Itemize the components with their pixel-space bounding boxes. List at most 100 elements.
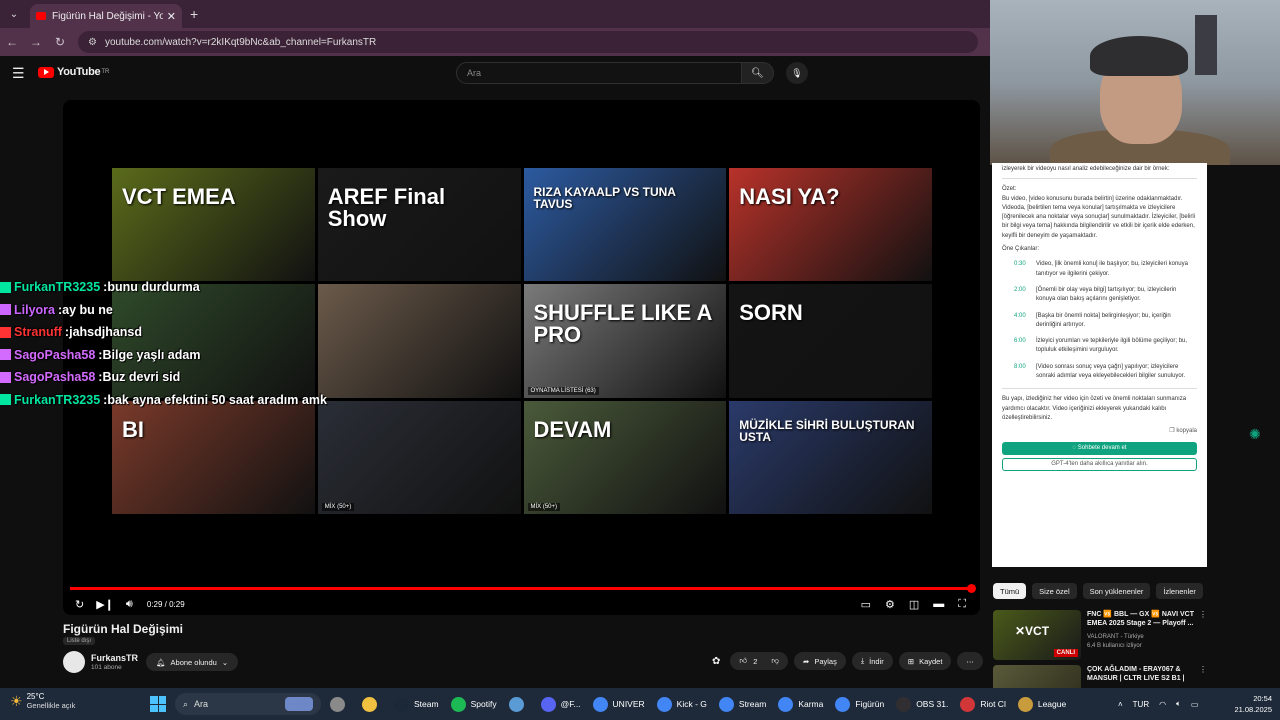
address-bar[interactable]: ⚙ youtube.com/watch?v=r2kIKqt9bNc&ab_cha… <box>78 31 978 53</box>
youtube-favicon-icon <box>36 12 46 20</box>
thumbnail-tag: MİX (50+) <box>527 503 561 511</box>
continue-chat-label: Sohbete devam et <box>1077 444 1127 451</box>
taskbar-app[interactable]: Spotify <box>450 696 497 712</box>
end-screen-thumbnail[interactable]: VCT EMEA <box>112 168 315 282</box>
back-icon[interactable]: ← <box>0 35 24 49</box>
speaker-icon[interactable]: 🔈︎ <box>1176 699 1181 709</box>
end-screen-thumbnail[interactable]: DEVAM MİX (50+) <box>523 400 727 514</box>
timestamp-link[interactable]: 0:30 <box>1014 260 1036 279</box>
site-info-icon[interactable]: ⚙ <box>88 37 97 48</box>
like-button[interactable]: 👍︎ 2 👎︎ <box>730 652 789 670</box>
continue-chat-button[interactable]: ◌ Sohbete devam et <box>1002 441 1197 455</box>
settings-gear-icon[interactable]: ⚙ <box>885 598 895 611</box>
tray-chevron-up-icon[interactable]: ˄ <box>1118 700 1123 709</box>
youtube-logo[interactable]: YouTube TR <box>38 66 109 78</box>
more-vert-icon[interactable]: ⋮ <box>1199 665 1207 674</box>
language-indicator[interactable]: TUR <box>1133 700 1149 709</box>
windows-start-icon[interactable] <box>150 696 166 712</box>
search-icon[interactable]: 🔍︎ <box>742 62 774 84</box>
subscribe-button[interactable]: 🔔︎ Abone olundu ⌄ <box>146 653 239 671</box>
close-tab-icon[interactable]: ✕ <box>167 10 176 23</box>
chatgpt-extension-icon[interactable]: ✺ <box>1249 426 1261 443</box>
share-button[interactable]: ➦ Paylaş <box>794 652 846 670</box>
background-shelf <box>1195 15 1217 75</box>
taskbar-app[interactable]: Stream <box>718 696 766 712</box>
taskbar-app[interactable]: League <box>1017 696 1066 712</box>
recommendation-title[interactable]: ÇOK AĞLADIM - ERAY067 & MANSUR | CLTR LI… <box>1087 665 1195 683</box>
microphone-icon[interactable]: 🎙︎ <box>786 62 808 84</box>
weather-desc: Genellikle açık <box>26 701 76 710</box>
taskbar-app[interactable]: Karma <box>778 696 823 712</box>
scrubber-handle[interactable] <box>967 584 976 593</box>
save-button[interactable]: ⊞ Kaydet <box>898 652 952 670</box>
clock[interactable]: 20:54 21.08.2025 <box>1228 694 1272 715</box>
new-tab-icon[interactable]: + <box>190 6 198 22</box>
theater-mode-icon[interactable]: ▬ <box>933 598 944 611</box>
subtitles-icon[interactable]: ▭ <box>861 598 871 611</box>
browser-tab[interactable]: Figürün Hal Değişimi - YouTube ✕ <box>30 4 182 28</box>
taskbar-app[interactable] <box>330 696 350 712</box>
weather-widget[interactable]: ☀ 25°C Genellikle açık <box>10 692 75 710</box>
gpt4-upsell-button[interactable]: GPT-4'ten daha akıllıca yanıtlar alın. <box>1002 457 1197 471</box>
recommendation-meta: 6,4 B kullanıcı izliyor <box>1087 643 1142 649</box>
recommendation-title[interactable]: FNC 🆚 BBL — GX 🆚 NAVI VCT EMEA 2025 Stag… <box>1087 610 1195 628</box>
more-vert-icon[interactable]: ⋮ <box>1199 610 1207 619</box>
replay-icon[interactable]: ↻ <box>75 598 84 611</box>
end-screen-thumbnail[interactable]: BI <box>112 400 315 514</box>
taskbar-app[interactable]: UNIVER <box>592 696 645 712</box>
end-screen-thumbnail[interactable]: SHUFFLE LIKE A PRO OYNATMA LİSTESİ (63) <box>523 284 727 398</box>
end-screen-thumbnail[interactable]: MÜZİKLE SİHRİ BULUŞTURAN USTA <box>729 400 932 514</box>
clock-time: 20:54 <box>1253 694 1272 703</box>
filter-chip[interactable]: İzlenenler <box>1156 583 1203 599</box>
thumbs-down-icon[interactable]: 👎︎ <box>771 656 779 666</box>
taskbar-app[interactable]: OBS 31. <box>896 696 948 712</box>
taskbar-app[interactable] <box>508 696 529 712</box>
extension-icon[interactable]: ✿ <box>712 656 720 667</box>
recommendation-channel[interactable]: VALORANT - Türkiye <box>1087 634 1144 640</box>
reload-icon[interactable]: ↻ <box>48 35 72 49</box>
thumbnail-text: AREF Final Show <box>327 184 446 231</box>
channel-name[interactable]: FurkansTR <box>91 653 138 663</box>
menu-icon[interactable]: ☰ <box>12 65 25 82</box>
end-screen-thumbnail[interactable]: MİX (50+) <box>317 400 521 514</box>
filter-chip[interactable]: Size özel <box>1032 583 1077 599</box>
miniplayer-icon[interactable]: ◫ <box>909 598 919 611</box>
filter-chip[interactable]: Son yüklenenler <box>1082 583 1151 599</box>
timestamp-text: İzleyici yorumları ve tepkileriyle ilgil… <box>1036 338 1188 354</box>
volume-icon[interactable]: 🔊︎ <box>126 598 133 611</box>
timestamp-link[interactable]: 4:00 <box>1014 312 1036 331</box>
end-screen-thumbnail[interactable]: RIZA KAYAALP VS TUNA TAVUS <box>523 168 727 282</box>
taskbar-app[interactable]: Riot Cl <box>960 696 1006 712</box>
timestamp-link[interactable]: 8:00 <box>1014 363 1036 382</box>
end-screen-thumbnail[interactable] <box>317 284 521 398</box>
timestamp-list: 0:30 Video, [ilk önemli konu] ile başlıyo… <box>1002 260 1197 381</box>
app-icon <box>394 696 409 712</box>
battery-icon[interactable]: ▭ <box>1191 700 1199 709</box>
download-button[interactable]: ⤓ İndir <box>851 652 893 670</box>
end-screen-thumbnail[interactable]: AREF Final Show <box>317 168 521 282</box>
filter-chip[interactable]: Tümü <box>993 583 1027 599</box>
taskbar-app[interactable]: Figürün <box>835 696 884 712</box>
chat-message: Lilyora: ay bu ne <box>0 299 340 322</box>
forward-icon[interactable]: → <box>24 35 48 49</box>
end-screen-thumbnail[interactable]: NASI YA? <box>729 168 932 282</box>
copy-button[interactable]: ❐ kopyala <box>1002 427 1197 436</box>
recommendation-item[interactable]: ✕VCT CANLI FNC 🆚 BBL — GX 🆚 NAVI VCT EME… <box>993 610 1208 660</box>
next-icon[interactable]: ▶❙ <box>96 598 114 611</box>
end-screen-thumbnail[interactable]: SORN <box>729 284 932 398</box>
channel-avatar[interactable] <box>63 651 85 673</box>
tab-search-icon[interactable]: ⌄ <box>4 4 24 24</box>
more-actions-button[interactable]: ⋯ <box>957 652 983 670</box>
timestamp-link[interactable]: 2:00 <box>1014 286 1036 305</box>
progress-bar[interactable] <box>70 584 976 593</box>
taskbar-app[interactable]: @F... <box>540 696 581 712</box>
recommendation-thumbnail[interactable]: ✕VCT CANLI <box>993 610 1081 660</box>
timestamp-link[interactable]: 6:00 <box>1014 337 1036 356</box>
taskbar-app[interactable] <box>362 696 382 712</box>
fullscreen-icon[interactable]: ⛶ <box>958 598 966 611</box>
wifi-icon[interactable]: ◠ <box>1159 700 1166 709</box>
taskbar-app[interactable]: Steam <box>394 696 439 712</box>
search-input[interactable] <box>456 62 742 84</box>
taskbar-search[interactable]: ⌕ Ara <box>175 693 321 715</box>
taskbar-app[interactable]: Kick - G <box>656 696 707 712</box>
